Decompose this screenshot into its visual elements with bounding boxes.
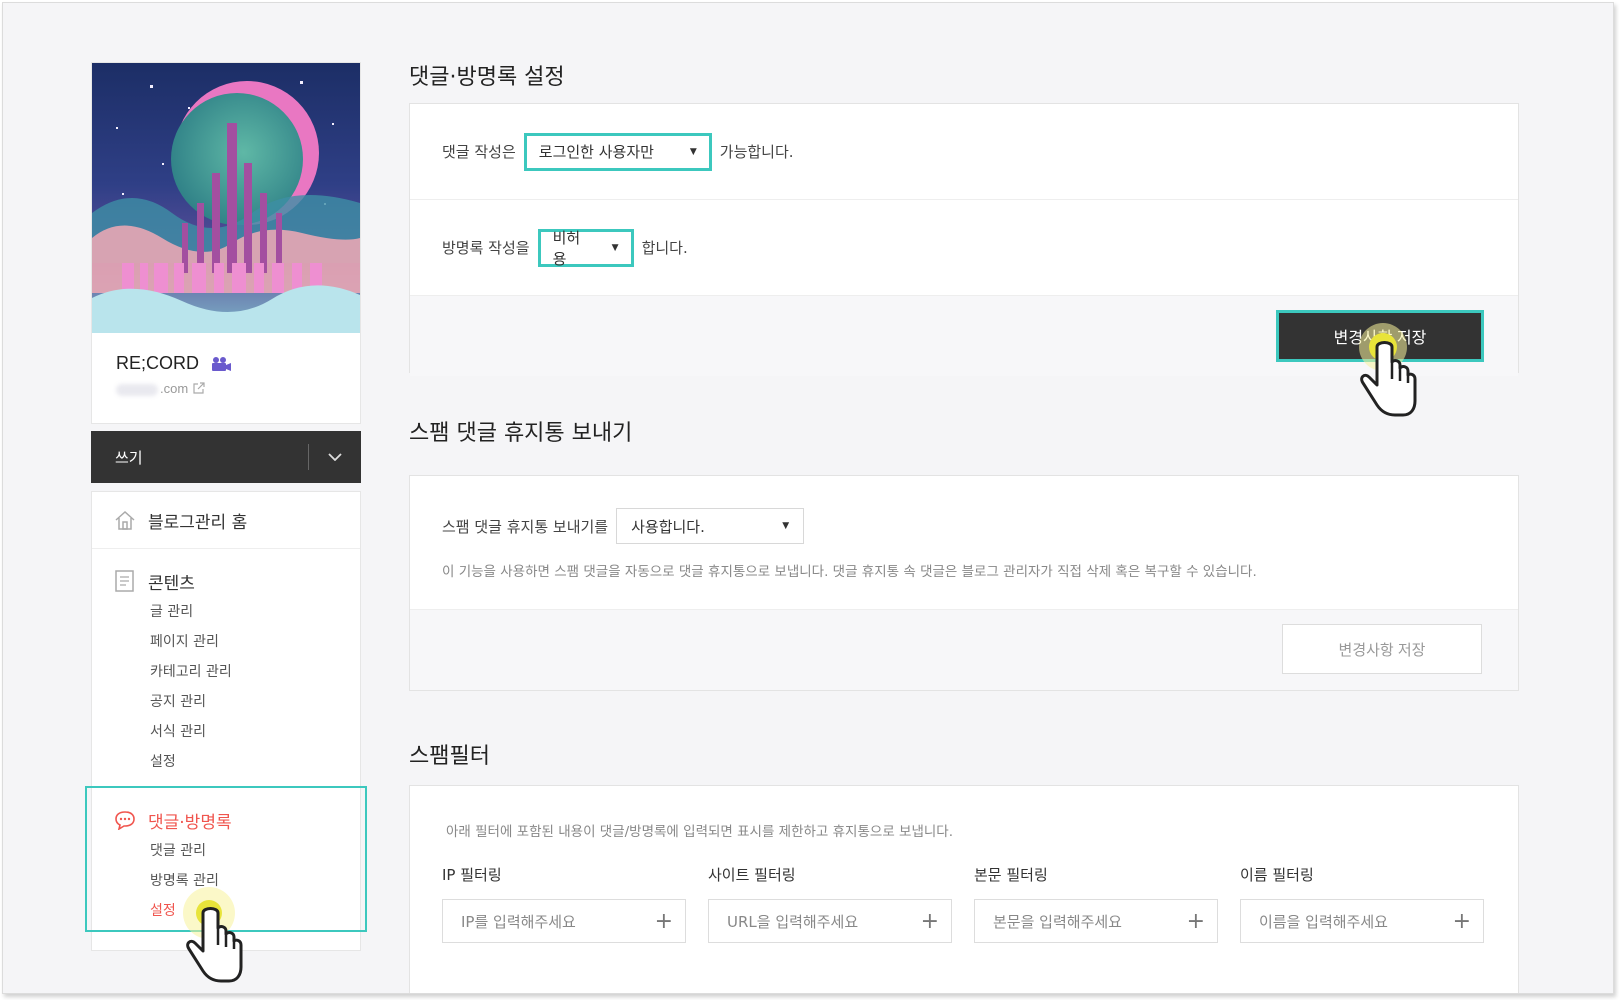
body-filter-input[interactable]: 본문을 입력해주세요 + — [974, 899, 1218, 943]
guestbook-permission-suffix: 합니다. — [641, 239, 688, 257]
sidebar-item-comment-settings[interactable]: 설정 — [150, 896, 360, 926]
sidebar-section-title: 콘텐츠 — [148, 573, 195, 594]
plus-icon[interactable]: + — [655, 909, 673, 934]
body-filter: 본문 필터링 본문을 입력해주세요 + — [974, 864, 1218, 943]
sidebar-item-content-settings[interactable]: 설정 — [150, 747, 360, 777]
write-bar: 쓰기 — [91, 431, 361, 483]
ip-filter-label: IP 필터링 — [442, 866, 502, 884]
ip-filter-placeholder: IP를 입력해주세요 — [461, 912, 576, 931]
comment-permission-select[interactable]: 로그인한 사용자만 ▼ — [523, 132, 712, 171]
external-link-icon — [193, 382, 205, 394]
sidebar-item-posts[interactable]: 글 관리 — [150, 597, 360, 627]
blog-url-suffix: .com — [160, 381, 189, 396]
spam-trash-description: 이 기능을 사용하면 스팸 댓글을 자동으로 댓글 휴지통으로 보냅니다. 댓글… — [442, 564, 1257, 580]
sidebar-section-head[interactable]: 콘텐츠 — [114, 567, 360, 595]
spam-trash-row: 스팸 댓글 휴지통 보내기를 사용합니다. ▼ — [442, 508, 1486, 544]
guestbook-permission-label: 방명록 작성을 — [442, 239, 530, 257]
name-filter-placeholder: 이름을 입력해주세요 — [1259, 912, 1388, 931]
content-submenu: 글 관리 페이지 관리 카테고리 관리 공지 관리 서식 관리 설정 — [114, 597, 360, 777]
guestbook-permission-value: 비허용 — [552, 228, 581, 268]
spam-trash-value: 사용합니다. — [631, 517, 705, 536]
body-filter-label: 본문 필터링 — [974, 866, 1048, 884]
section-title-spam-filter: 스팸필터 — [409, 744, 490, 769]
ip-filter-input[interactable]: IP를 입력해주세요 + — [442, 899, 686, 943]
name-filter-label: 이름 필터링 — [1240, 866, 1314, 884]
sidebar-item-templates[interactable]: 서식 관리 — [150, 717, 360, 747]
sidebar-item-guestbook[interactable]: 방명록 관리 — [150, 866, 360, 896]
site-filter-label: 사이트 필터링 — [708, 866, 796, 884]
comment-permission-value: 로그인한 사용자만 — [538, 143, 654, 161]
plus-icon[interactable]: + — [921, 909, 939, 934]
spam-trash-select[interactable]: 사용합니다. ▼ — [616, 508, 805, 544]
sidebar-item-comments[interactable]: 댓글 관리 — [150, 836, 360, 866]
comment-submenu: 댓글 관리 방명록 관리 설정 — [114, 836, 360, 926]
site-filter: 사이트 필터링 URL을 입력해주세요 + — [708, 864, 952, 943]
sidebar-section-title: 댓글·방명록 — [148, 812, 232, 833]
blog-profile-card: RE;CORD .com — [91, 62, 361, 424]
app-window: RE;CORD .com 쓰기 블로그관리 홈 콘텐츠 글 관리 페이지 관리 … — [2, 2, 1614, 994]
spam-filter-description: 아래 필터에 포함된 내용이 댓글/방명록에 입력되면 표시를 제한하고 휴지통… — [446, 824, 954, 840]
video-camera-icon — [212, 357, 231, 371]
sidebar-section-head[interactable]: 댓글·방명록 — [114, 806, 360, 834]
plus-icon[interactable]: + — [1453, 909, 1471, 934]
name-filter-input[interactable]: 이름을 입력해주세요 + — [1240, 899, 1484, 943]
spam-trash-label: 스팸 댓글 휴지통 보내기를 — [442, 517, 609, 536]
blog-url-link[interactable]: .com — [116, 381, 206, 396]
guestbook-permission-row: 방명록 작성을 비허용 ▼ 합니다. — [410, 200, 1518, 296]
blog-cover-image[interactable] — [92, 63, 360, 333]
comment-settings-panel: 댓글 작성은 로그인한 사용자만 ▼ 가능합니다. 방명록 작성을 비허용 ▼ … — [409, 103, 1519, 376]
comment-permission-row: 댓글 작성은 로그인한 사용자만 ▼ 가능합니다. — [410, 104, 1518, 200]
home-icon — [115, 510, 135, 530]
plus-icon[interactable]: + — [1187, 909, 1205, 934]
name-filter: 이름 필터링 이름을 입력해주세요 + — [1240, 864, 1484, 943]
document-icon — [115, 570, 134, 592]
write-menu-toggle[interactable] — [309, 431, 361, 483]
save-button[interactable]: 변경사항 저장 — [1276, 310, 1484, 362]
caret-down-icon: ▼ — [611, 242, 619, 253]
blurred-url-prefix — [116, 383, 158, 396]
ip-filter: IP 필터링 IP를 입력해주세요 + — [442, 864, 686, 943]
spam-trash-panel: 스팸 댓글 휴지통 보내기를 사용합니다. ▼ 이 기능을 사용하면 스팸 댓글… — [409, 475, 1519, 691]
spam-trash-footer: 변경사항 저장 — [410, 610, 1518, 690]
caret-down-icon: ▼ — [782, 521, 790, 531]
sidebar-section-comments: 댓글·방명록 댓글 관리 방명록 관리 설정 — [92, 788, 360, 926]
sidebar-item-blog-home[interactable]: 블로그관리 홈 — [92, 492, 360, 549]
comment-settings-footer: 변경사항 저장 — [410, 296, 1518, 376]
sidebar-item-label: 블로그관리 홈 — [148, 512, 248, 533]
sidebar-item-notices[interactable]: 공지 관리 — [150, 687, 360, 717]
sidebar-menu: 블로그관리 홈 콘텐츠 글 관리 페이지 관리 카테고리 관리 공지 관리 서식… — [91, 491, 361, 951]
page-title: 댓글·방명록 설정 — [409, 65, 565, 90]
caret-down-icon: ▼ — [689, 146, 697, 157]
sidebar-section-content: 콘텐츠 글 관리 페이지 관리 카테고리 관리 공지 관리 서식 관리 설정 — [92, 549, 360, 777]
site-filter-placeholder: URL을 입력해주세요 — [727, 912, 859, 931]
comment-permission-label: 댓글 작성은 — [442, 143, 516, 161]
site-filter-input[interactable]: URL을 입력해주세요 + — [708, 899, 952, 943]
body-filter-placeholder: 본문을 입력해주세요 — [993, 912, 1122, 931]
write-button[interactable]: 쓰기 — [91, 447, 308, 468]
section-title-spam-trash: 스팸 댓글 휴지통 보내기 — [409, 421, 633, 446]
sidebar-item-pages[interactable]: 페이지 관리 — [150, 627, 360, 657]
save-button-disabled[interactable]: 변경사항 저장 — [1282, 624, 1482, 674]
speech-bubble-icon — [115, 811, 135, 830]
guestbook-permission-select[interactable]: 비허용 ▼ — [537, 228, 634, 268]
comment-permission-suffix: 가능합니다. — [719, 143, 794, 161]
spam-trash-body: 스팸 댓글 휴지통 보내기를 사용합니다. ▼ 이 기능을 사용하면 스팸 댓글… — [410, 476, 1518, 610]
chevron-down-icon — [328, 453, 342, 461]
spam-filter-panel: 아래 필터에 포함된 내용이 댓글/방명록에 입력되면 표시를 제한하고 휴지통… — [409, 785, 1519, 993]
blog-name[interactable]: RE;CORD — [116, 353, 199, 374]
sidebar-item-categories[interactable]: 카테고리 관리 — [150, 657, 360, 687]
